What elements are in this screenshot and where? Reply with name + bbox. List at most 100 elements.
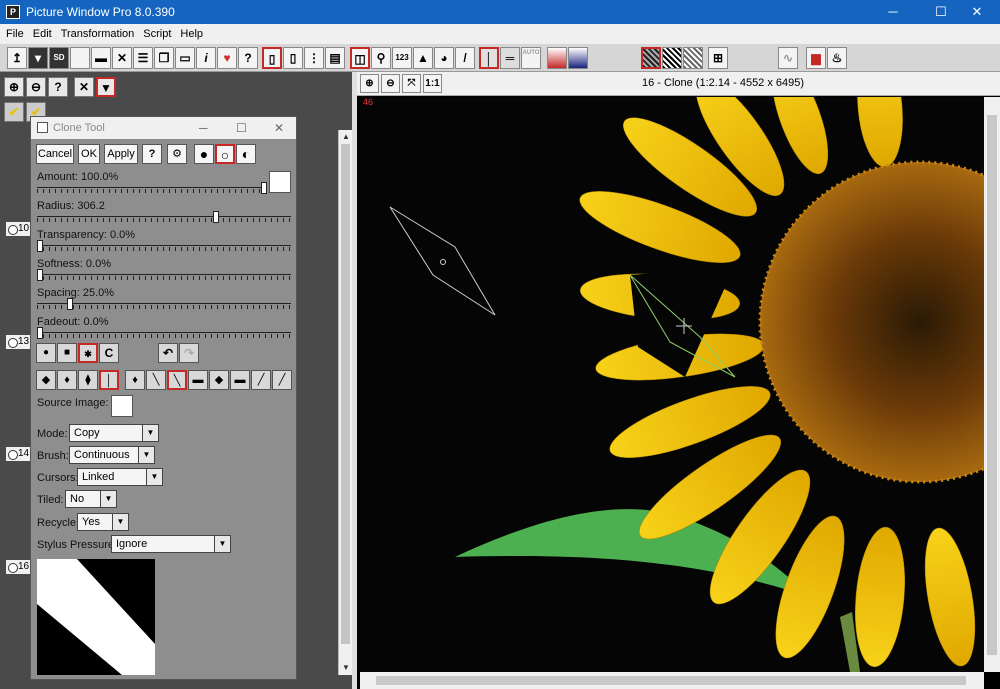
brush-angle3-icon[interactable]: ╱	[272, 370, 292, 390]
circle-filled-icon[interactable]: ●	[194, 144, 214, 164]
brush-narrow-icon[interactable]: ⧫	[78, 370, 98, 390]
graph-icon[interactable]: ∿	[778, 47, 798, 69]
panel-icon[interactable]: ▤	[325, 47, 345, 69]
check-icon[interactable]: ✔	[4, 102, 24, 122]
dual-view-icon[interactable]: ═	[500, 47, 520, 69]
page-view-icon[interactable]: ▯	[283, 47, 303, 69]
settings-gear-icon[interactable]: ⚙	[167, 144, 187, 164]
zoom-in-icon[interactable]: ⊕	[4, 77, 24, 97]
single-view-icon[interactable]: ▯	[262, 47, 282, 69]
softness-slider[interactable]	[37, 269, 291, 281]
apply-button[interactable]: Apply	[104, 144, 138, 164]
mouse-icon[interactable]: ◫	[350, 47, 370, 69]
cancel-button[interactable]: Cancel	[36, 144, 74, 164]
dialog-maximize-button[interactable]: ☐	[236, 117, 247, 139]
dots-icon[interactable]: ⋮	[304, 47, 324, 69]
shape-soft-icon[interactable]: ✱	[78, 343, 98, 363]
scroll-up-icon[interactable]: ▲	[339, 130, 353, 144]
fadeout-slider[interactable]	[37, 327, 291, 339]
save-icon[interactable]: ▾	[28, 47, 48, 69]
grid-icon[interactable]: ⊞	[708, 47, 728, 69]
image-horizontal-scrollbar[interactable]	[360, 672, 984, 689]
shape-square-icon[interactable]: ■	[57, 343, 77, 363]
brush-diagonal-icon[interactable]: ╲	[167, 370, 187, 390]
alarm-icon[interactable]: ♨	[827, 47, 847, 69]
image-vscroll-thumb[interactable]	[987, 115, 997, 655]
scroll-down-icon[interactable]: ▼	[339, 661, 353, 675]
actual-size-button[interactable]: 1:1	[423, 74, 442, 93]
split-view-icon[interactable]: │	[479, 47, 499, 69]
brush-angle-icon[interactable]: ▬	[230, 370, 250, 390]
undo-icon[interactable]: ↶	[158, 343, 178, 363]
dropdown-icon[interactable]: ▼	[96, 77, 116, 97]
paste-icon[interactable]: ▭	[175, 47, 195, 69]
copy-icon[interactable]: ❐	[154, 47, 174, 69]
amount-slider[interactable]	[37, 182, 267, 194]
magnifier-icon[interactable]: ⚲	[371, 47, 391, 69]
thumbnail-scrollbar[interactable]: ▲ ▼	[338, 130, 352, 675]
circle-half-icon[interactable]: ◐	[236, 144, 256, 164]
palette-icon[interactable]: ◕	[434, 47, 454, 69]
numbers-icon[interactable]: 123	[392, 47, 412, 69]
brush-slant-icon[interactable]: ╲	[146, 370, 166, 390]
recycle-select[interactable]: Yes ▼	[77, 513, 129, 531]
dialog-minimize-button[interactable]: ─	[199, 117, 208, 139]
image-zoom-in-icon[interactable]: ⊕	[360, 74, 379, 93]
eyedropper-icon[interactable]: /	[455, 47, 475, 69]
info-icon[interactable]: i	[196, 47, 216, 69]
heart-icon[interactable]: ♥	[217, 47, 237, 69]
shape-c-button[interactable]: C	[99, 343, 119, 363]
image-zoom-out-icon[interactable]: ⊖	[381, 74, 400, 93]
dialog-close-button[interactable]: ✕	[274, 117, 284, 139]
mask-pattern-icon[interactable]	[641, 47, 661, 69]
close-button[interactable]: ✕	[954, 0, 1000, 24]
gradient-blue-icon[interactable]	[568, 47, 588, 69]
close-image-icon[interactable]: ✕	[112, 47, 132, 69]
panel-help-icon[interactable]: ?	[48, 77, 68, 97]
brush-select[interactable]: Continuous ▼	[69, 446, 155, 464]
brush-horizontal-icon[interactable]: ◆	[209, 370, 229, 390]
mask-invert-icon[interactable]	[662, 47, 682, 69]
fit-window-icon[interactable]: ⤧	[402, 74, 421, 93]
mode-select[interactable]: Copy ▼	[69, 424, 159, 442]
spacing-slider[interactable]	[37, 298, 291, 310]
image-hscroll-thumb[interactable]	[376, 676, 966, 685]
brush-tall-diamond-icon[interactable]: ♦	[57, 370, 77, 390]
source-image-swatch[interactable]	[111, 395, 133, 417]
menu-help[interactable]: Help	[180, 28, 203, 40]
auto-icon[interactable]: AUTO	[521, 47, 541, 69]
ok-button[interactable]: OK	[78, 144, 100, 164]
brush-flat-icon[interactable]: ▬	[188, 370, 208, 390]
mask-light-icon[interactable]	[683, 47, 703, 69]
brush-diamond-icon[interactable]: ◆	[36, 370, 56, 390]
image-vertical-scrollbar[interactable]	[984, 97, 1000, 672]
image-canvas[interactable]: 46	[360, 97, 984, 672]
redo-icon[interactable]: ↷	[179, 343, 199, 363]
dialog-help-button[interactable]: ?	[142, 144, 162, 164]
sd-card-icon[interactable]: SD	[49, 47, 69, 69]
zoom-out-icon[interactable]: ⊖	[26, 77, 46, 97]
help-icon[interactable]: ?	[238, 47, 258, 69]
open-icon[interactable]: ↥	[7, 47, 27, 69]
radius-slider[interactable]	[37, 211, 291, 223]
transparency-slider[interactable]	[37, 240, 291, 252]
amount-color-swatch[interactable]	[269, 171, 291, 193]
scroll-thumb[interactable]	[341, 144, 350, 644]
menu-script[interactable]: Script	[143, 28, 171, 40]
list-icon[interactable]: ☰	[133, 47, 153, 69]
brush-thin-icon[interactable]: │	[99, 370, 119, 390]
histogram-icon[interactable]: ▲	[413, 47, 433, 69]
shape-circle-icon[interactable]: ●	[36, 343, 56, 363]
menu-edit[interactable]: Edit	[33, 28, 52, 40]
cursors-select[interactable]: Linked ▼	[77, 468, 163, 486]
brush-angle2-icon[interactable]: ╱	[251, 370, 271, 390]
brush-vertical-icon[interactable]: ♦	[125, 370, 145, 390]
gradient-red-icon[interactable]	[547, 47, 567, 69]
minimize-button[interactable]: ─	[870, 0, 916, 24]
menu-transformation[interactable]: Transformation	[61, 28, 135, 40]
print-icon[interactable]: ▬	[91, 47, 111, 69]
stylus-pressure-select[interactable]: Ignore ▼	[111, 535, 231, 553]
collapse-icon[interactable]: ✕	[74, 77, 94, 97]
printer-red-icon[interactable]: ▆	[806, 47, 826, 69]
menu-file[interactable]: File	[6, 28, 24, 40]
